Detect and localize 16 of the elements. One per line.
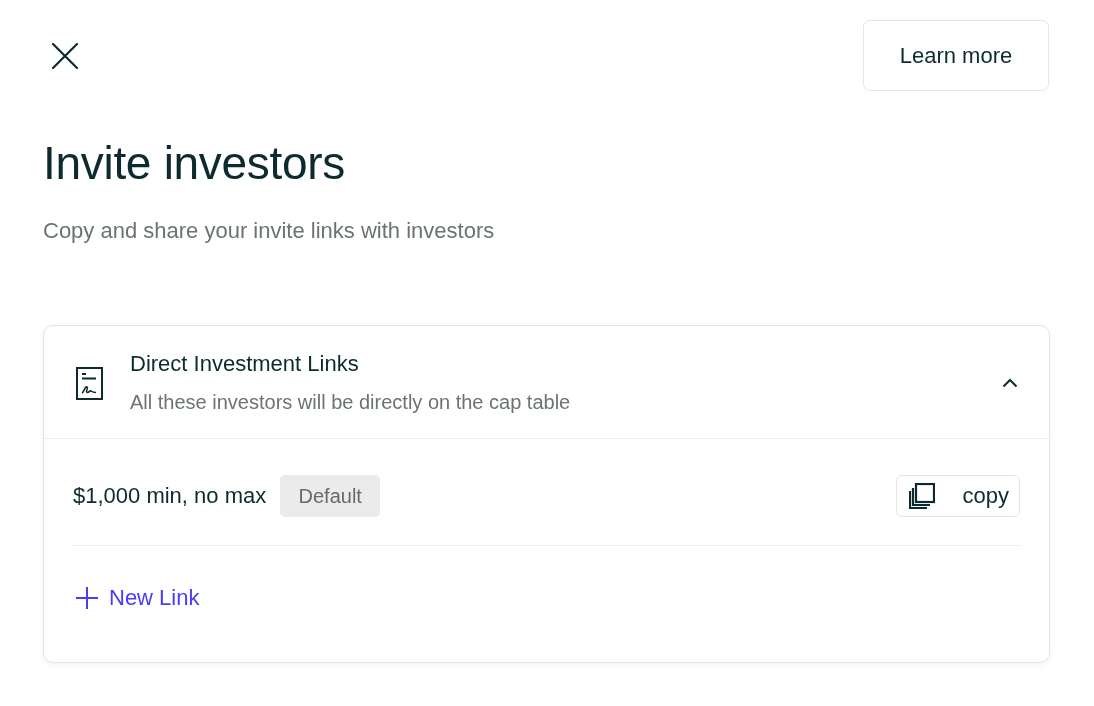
close-button[interactable] bbox=[52, 42, 78, 69]
plus-icon bbox=[76, 587, 98, 609]
default-tag: Default bbox=[280, 475, 381, 517]
copy-icon bbox=[909, 483, 935, 509]
section-title: Direct Investment Links bbox=[130, 350, 360, 378]
section-description: All these investors will be directly on the cap table bbox=[130, 390, 572, 415]
page-subtitle: Copy and share your invite links with investors bbox=[43, 217, 496, 245]
link-label: $1,000 min, no max bbox=[73, 482, 267, 510]
chevron-icon bbox=[1002, 378, 1018, 388]
page-title: Invite investors bbox=[43, 136, 346, 191]
learn-more-button[interactable]: Learn more bbox=[863, 20, 1049, 91]
document-icon bbox=[76, 366, 103, 400]
copy-button[interactable]: copy bbox=[896, 475, 1020, 517]
new-link-button[interactable]: New Link bbox=[73, 584, 200, 612]
collapse-button[interactable] bbox=[1002, 378, 1018, 388]
close-icon bbox=[52, 42, 78, 69]
